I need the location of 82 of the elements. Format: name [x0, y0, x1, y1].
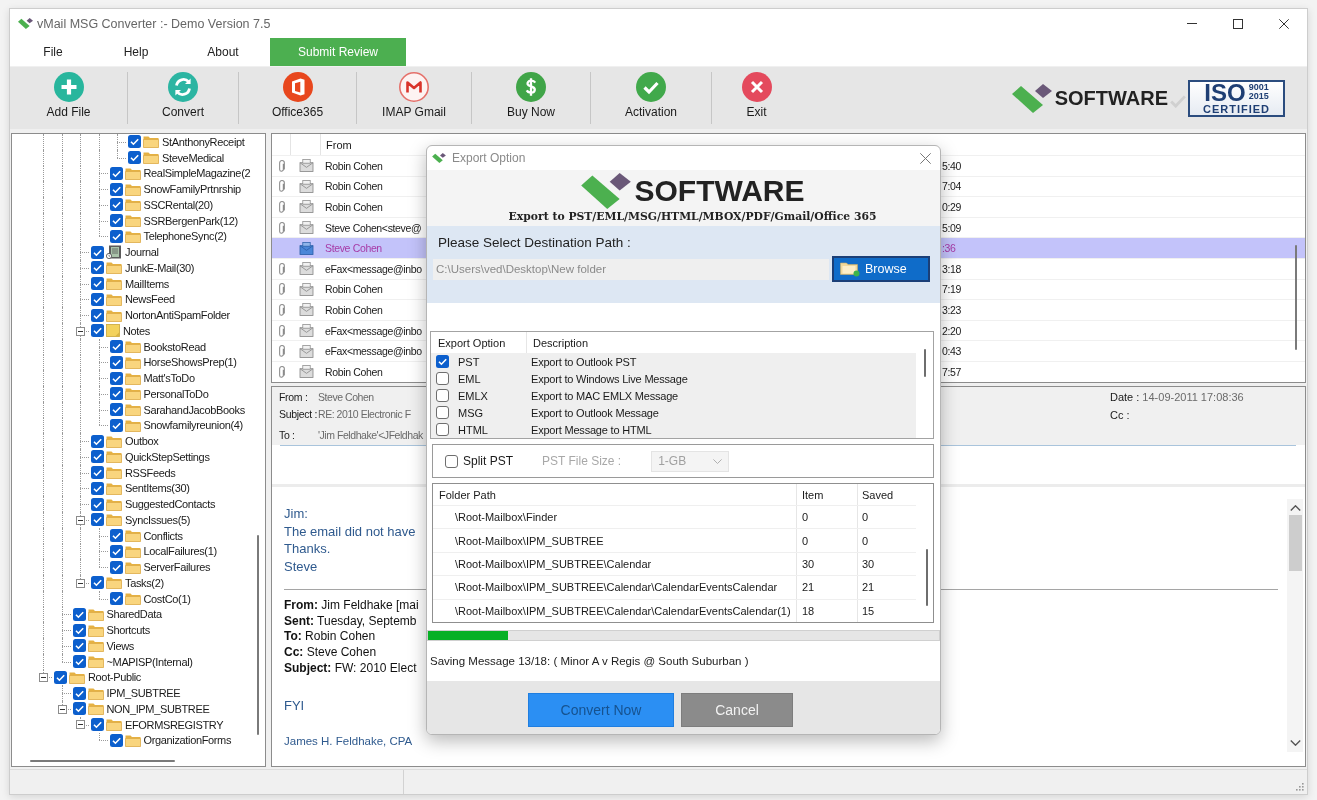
- option-name: PST: [458, 355, 481, 368]
- option-description: Export to Outlook Message: [531, 406, 659, 419]
- table-cell: 21: [797, 576, 858, 599]
- table-cell-text: Robin Cohen: [324, 200, 384, 215]
- field-label: To :: [279, 428, 296, 441]
- window-title: vMail MSG Converter :- Demo Version 7.5: [37, 16, 271, 31]
- status-text: Saving Message 13/18: ( Minor A v Regis @ South Suburban ): [429, 654, 750, 669]
- table-cell-text: 21: [861, 580, 876, 596]
- table-cell: \Root-Mailbox\IPM_SUBTREE\Calendar\CalendarEventsCalendar(1): [433, 599, 797, 622]
- table-cell: 0: [797, 506, 858, 529]
- standard-number: 9001: [1248, 83, 1269, 92]
- tagline: Export to PST/EML/MSG/HTML/MBOX/PDF/Gmail/Office 365: [508, 210, 877, 223]
- column-header: Folder Path: [433, 484, 797, 505]
- field-value: Steve Cohen: [318, 390, 374, 403]
- table-cell-text: 3:23: [942, 302, 962, 318]
- table-cell-text: 30: [861, 556, 876, 572]
- table-cell-text: 2:20: [942, 323, 962, 339]
- email-text: Thanks.: [284, 540, 331, 559]
- email-text: Steve: [284, 558, 318, 576]
- field-label: PST File Size :: [542, 454, 622, 468]
- option-name: MSG: [458, 406, 485, 419]
- iso-text: ISO: [1204, 81, 1246, 103]
- table-cell-text: Robin Cohen: [324, 364, 384, 380]
- table-cell-text: Robin Cohen: [324, 179, 384, 195]
- table-cell-text: 7:04: [942, 179, 962, 195]
- table-cell-text: 7:19: [942, 282, 962, 298]
- table-cell-text: eFax<message@inbo: [324, 323, 423, 339]
- column-header: Item: [797, 484, 858, 505]
- field-value: 14-09-2011 17:08:36: [1142, 391, 1244, 403]
- table-cell: \Root-Mailbox\IPM_SUBTREE\Calendar\CalendarEventsCalendar: [433, 576, 797, 599]
- table-cell-text: 15: [861, 603, 876, 619]
- table-cell-text: 7:57: [942, 364, 962, 380]
- table-cell-text: eFax<message@inbo: [324, 344, 423, 360]
- email-text: Sent: Tuesday, Septemb: [284, 613, 417, 630]
- field-label: Date :: [1110, 391, 1140, 403]
- option-name: EML: [458, 372, 482, 385]
- email-text: To: Robin Cohen: [284, 629, 376, 646]
- option-description: Export to Windows Live Message: [531, 372, 688, 385]
- table-cell-text: 3:18: [942, 261, 962, 277]
- table-cell: \Root-Mailbox\IPM_SUBTREE\Calendar: [433, 552, 797, 576]
- table-cell-text: eFax<message@inbo: [324, 261, 423, 277]
- table-cell-text: Steve Cohen: [324, 241, 383, 257]
- standard-year: 2015: [1248, 92, 1269, 101]
- table-cell-text: Steve Cohen<steve@: [324, 220, 423, 236]
- table-cell-text: Robin Cohen: [324, 302, 384, 318]
- dialog-title: Export Option: [452, 151, 526, 165]
- field-label: Subject :: [279, 407, 318, 420]
- email-text: Jim:: [284, 505, 308, 523]
- table-cell: \Root-Mailbox\Finder: [433, 506, 797, 529]
- email-text: Subject: FW: 2010 Elect: [284, 661, 417, 677]
- email-text: From: Jim Feldhake [mai: [284, 597, 419, 614]
- certified-text: CERTIFIED: [1202, 102, 1271, 115]
- option-name: EMLX: [458, 389, 489, 402]
- option-description: Export to MAC EMLX Message: [531, 389, 679, 402]
- email-text: James H. Feldhake, CPA: [284, 733, 413, 749]
- table-cell-text: Robin Cohen: [324, 282, 384, 298]
- brand-name: SOFTWARE: [1054, 86, 1168, 110]
- table-cell: 0: [797, 529, 858, 552]
- field-value: 'Jim Feldhake'<JFeldhak: [318, 428, 423, 441]
- email-text: The email did not have: [284, 522, 416, 541]
- table-cell-text: 0:29: [942, 200, 962, 215]
- table-cell-text: 5:40: [942, 158, 962, 174]
- email-text: Cc: Steve Cohen: [284, 645, 377, 661]
- field-value: RE: 2010 Electronic F: [318, 407, 411, 420]
- field-label: From :: [279, 390, 309, 403]
- column-header: Saved: [861, 487, 895, 503]
- destination-label: Please Select Destination Path :: [438, 235, 632, 252]
- option-description: Export Message to HTML: [531, 423, 652, 436]
- column-header: Description: [532, 335, 589, 351]
- table-cell: \Root-Mailbox\IPM_SUBTREE: [433, 529, 797, 552]
- table-cell-text: 5:09: [942, 220, 962, 236]
- table-cell: 30: [797, 552, 858, 576]
- table-cell: 18: [797, 599, 858, 622]
- table-cell-text: 0: [861, 510, 870, 526]
- table-cell-text: 0: [861, 533, 870, 549]
- field-label: Cc :: [1110, 409, 1130, 421]
- option-name: HTML: [458, 423, 489, 436]
- table-cell-text: 0:43: [942, 344, 962, 360]
- table-cell-text: Robin Cohen: [324, 158, 384, 174]
- email-text: FYI: [284, 696, 305, 715]
- option-description: Export to Outlook PST: [531, 355, 637, 368]
- table-cell-text: :36: [942, 241, 956, 257]
